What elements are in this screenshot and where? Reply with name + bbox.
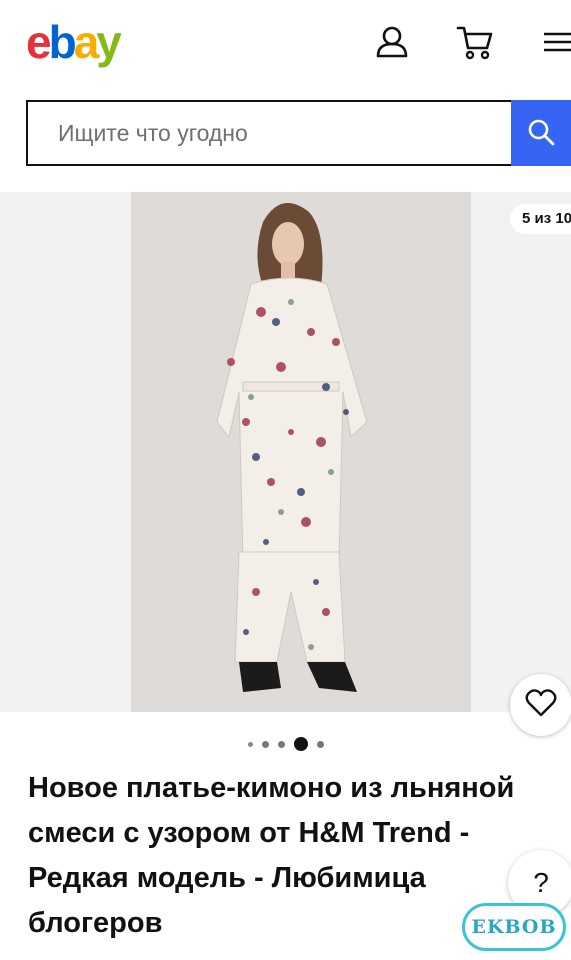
watch-button[interactable] — [510, 674, 571, 736]
user-icon[interactable] — [372, 22, 412, 62]
image-gallery[interactable] — [0, 192, 571, 712]
gallery-dot[interactable] — [248, 741, 253, 747]
product-photo[interactable] — [131, 192, 471, 712]
watermark-text: EKBOB — [471, 916, 557, 938]
photo-counter: 5 из 10 — [510, 204, 571, 234]
gallery-dot[interactable] — [262, 740, 269, 748]
header: ebay — [0, 0, 571, 90]
gallery-pagination — [248, 737, 324, 751]
search-button[interactable] — [511, 100, 571, 166]
search-icon — [527, 118, 555, 149]
cart-icon[interactable] — [455, 22, 495, 62]
logo-letter-a: a — [73, 16, 100, 68]
gallery-dot-active[interactable] — [294, 737, 308, 751]
logo-letter-y: y — [96, 16, 122, 68]
search-bar — [26, 100, 571, 166]
menu-icon[interactable] — [536, 22, 571, 62]
heart-icon — [525, 688, 557, 722]
logo-letter-e: e — [26, 16, 52, 68]
logo-letter-b: b — [48, 16, 77, 68]
product-photo-illustration — [131, 192, 471, 712]
help-label: ? — [533, 867, 549, 898]
ebay-logo[interactable]: ebay — [26, 14, 122, 70]
watermark-badge: EKBOB — [462, 903, 566, 951]
gallery-dot[interactable] — [317, 740, 324, 748]
search-input[interactable] — [26, 100, 511, 166]
gallery-dot[interactable] — [278, 740, 285, 748]
